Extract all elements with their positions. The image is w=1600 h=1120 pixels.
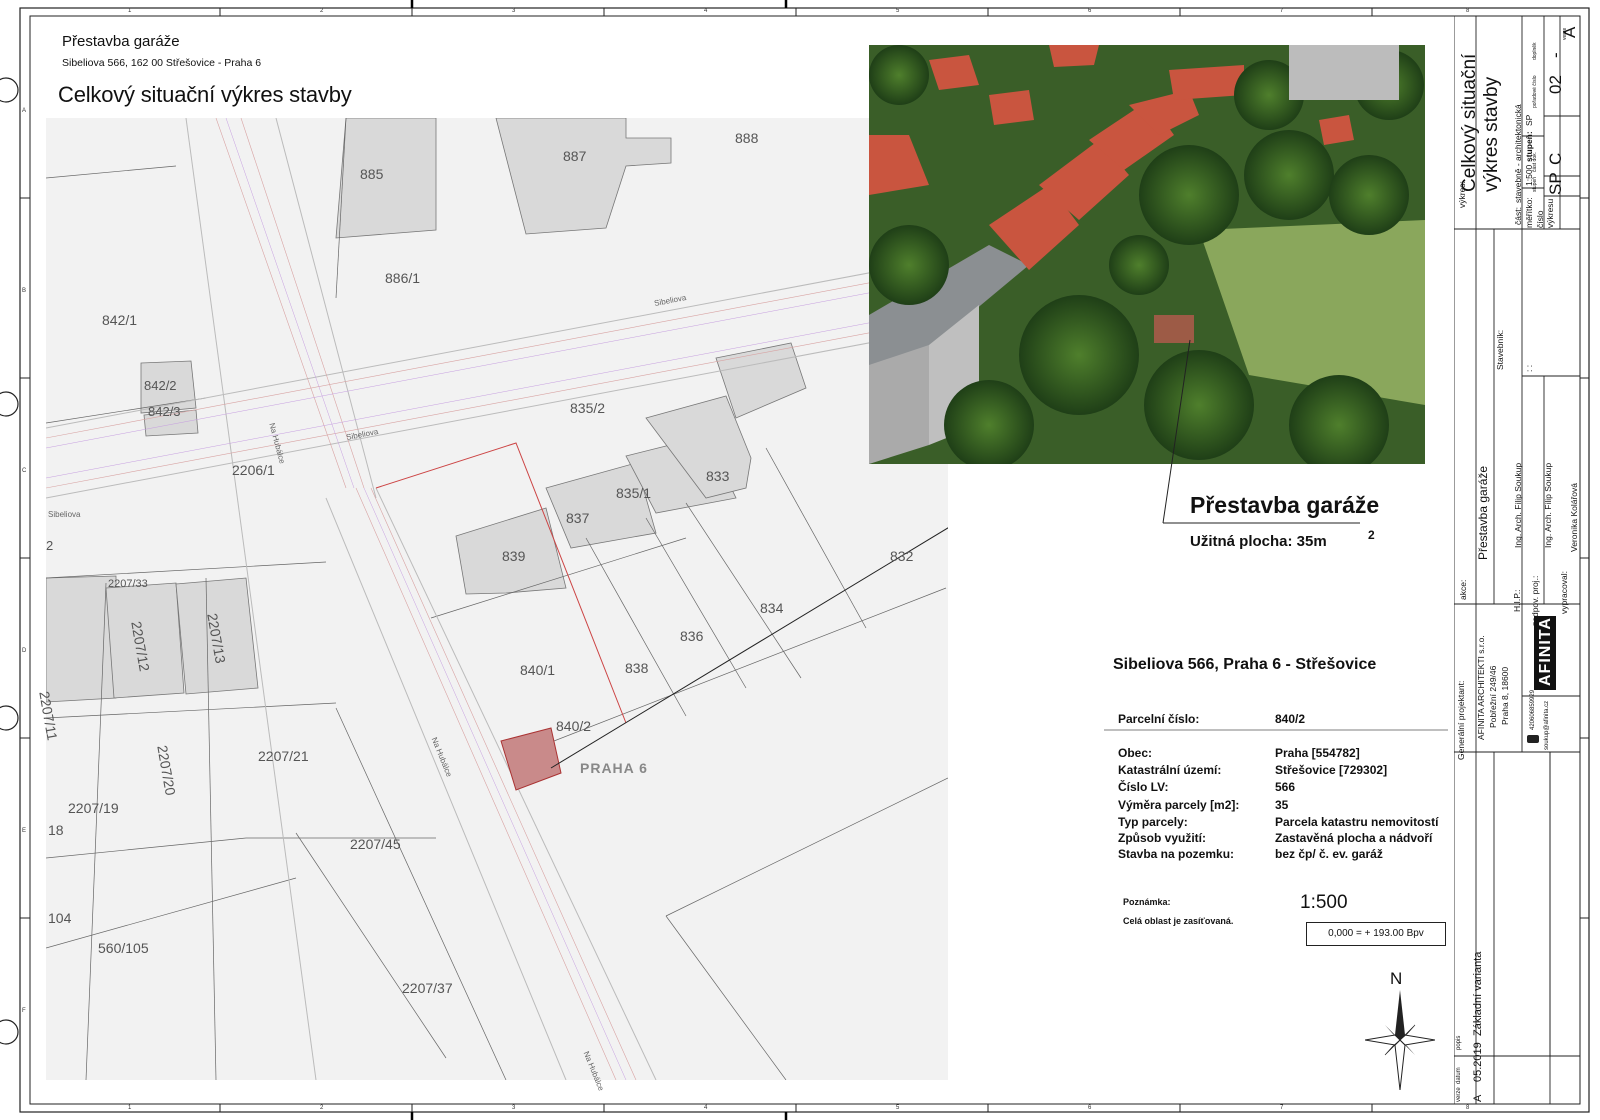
phone-number: 420606859929 — [1530, 689, 1536, 730]
stavebnik-label: Stavebník: — [1495, 329, 1505, 370]
akce-label: akce: — [1458, 579, 1468, 600]
north-label: N — [1390, 969, 1403, 988]
parcel-no-value: 840/2 — [1275, 712, 1306, 726]
info-value: Parcela katastru nemovitostí — [1275, 815, 1439, 829]
elevation-box: 0,000 = + 193.00 Bpv — [1306, 922, 1446, 946]
cast-value: stavebně - architektonická — [1513, 104, 1523, 203]
info-label: Typ parcely: — [1118, 815, 1188, 829]
north-arrow-icon — [1365, 990, 1435, 1090]
info-value: 35 — [1275, 798, 1289, 812]
info-label: Stavba na pozemku: — [1118, 847, 1235, 861]
datum-value: 05.2019 — [1472, 1042, 1484, 1082]
meritko-label: měřítko: — [1524, 197, 1534, 228]
info-label: Obec: — [1118, 746, 1153, 760]
stavebnik-colon: : : — [1524, 364, 1534, 372]
hip-label: H.I.P.: — [1512, 589, 1522, 612]
parcel-no-label: Parcelní číslo: — [1118, 712, 1200, 726]
gen-line-1: AFINITA ARCHITEKTI s.r.o. — [1476, 635, 1486, 740]
afinita-logo: AFINITA — [1534, 616, 1556, 690]
note-text: Celá oblast je zasíťovaná. — [1123, 916, 1234, 926]
info-value: Zastavěná plocha a nádvoří — [1275, 831, 1433, 845]
gen-line-2: Pobřežní 249/46 — [1488, 665, 1498, 728]
cislo-label-1: číslo — [1535, 210, 1545, 228]
stupen-value: SP — [1524, 114, 1534, 126]
email: soukup@afinita.cz — [1544, 700, 1550, 750]
building-area-superscript: 2 — [1368, 528, 1375, 542]
vypracoval-label: vypracoval: — [1559, 571, 1569, 614]
verze-head: verze — [1456, 1087, 1462, 1102]
hip-value: Ing. Arch. Filip Soukup — [1513, 462, 1523, 548]
small-head: část dok. — [1532, 151, 1538, 172]
afinita-logo-text: AFINITA — [1537, 617, 1554, 686]
leader-lines — [1104, 339, 1448, 731]
building-area: Užitná plocha: 35m — [1190, 533, 1327, 550]
small-head: doplněk — [1532, 42, 1538, 60]
building-title: Přestavba garáže — [1190, 492, 1380, 518]
cislo-label-2: výkresu — [1545, 198, 1555, 228]
info-value: 566 — [1275, 780, 1296, 794]
info-value: Střešovice [729302] — [1275, 763, 1388, 777]
drawing-sheet: 1 2 3 4 5 6 7 8 1 2 3 4 5 6 7 8 A B C D … — [0, 0, 1600, 1120]
scale-value: 1:500 — [1300, 892, 1348, 913]
info-label: Katastrální území: — [1118, 763, 1222, 777]
verze-value: A — [1472, 1094, 1484, 1102]
parcel-address: Sibeliova 566, Praha 6 - Střešovice — [1113, 656, 1377, 673]
zodpov-value: Ing. Arch. Filip Soukup — [1543, 462, 1553, 548]
vykres-value-2: výkres stavby — [1481, 76, 1502, 192]
gen-line-3: Praha 8, 18600 — [1500, 666, 1510, 725]
info-value: bez čp/ č. ev. garáž — [1275, 847, 1383, 861]
popis-value: Základní varianta — [1472, 951, 1484, 1036]
info-label: Způsob využití: — [1118, 831, 1206, 845]
cislo-c: C — [1546, 152, 1565, 165]
gen-projektant-label: Generální projektant: — [1456, 680, 1466, 760]
cislo-02: 02 — [1546, 75, 1565, 94]
vykres-value-1: Celkový situační — [1459, 53, 1480, 192]
info-value: Praha [554782] — [1275, 746, 1360, 760]
cislo-dash: - — [1546, 52, 1565, 58]
popis-head: popis — [1456, 1035, 1462, 1050]
datum-head: datum — [1456, 1067, 1462, 1084]
cast-label: část: — [1513, 207, 1523, 225]
small-head: pořadové číslo — [1532, 75, 1538, 108]
phone-icon — [1527, 735, 1539, 743]
info-label: Výměra parcely [m2]: — [1118, 798, 1240, 812]
note-label: Poznámka: — [1123, 897, 1171, 907]
small-head: stupeň — [1532, 176, 1538, 192]
cislo-sp: SP — [1546, 172, 1565, 195]
vypracoval-value: Veronika Kolářová — [1569, 483, 1579, 552]
info-label: Číslo LV: — [1118, 780, 1169, 794]
small-head: verze — [1562, 27, 1568, 40]
akce-value: Přestavba garáže — [1476, 465, 1490, 560]
